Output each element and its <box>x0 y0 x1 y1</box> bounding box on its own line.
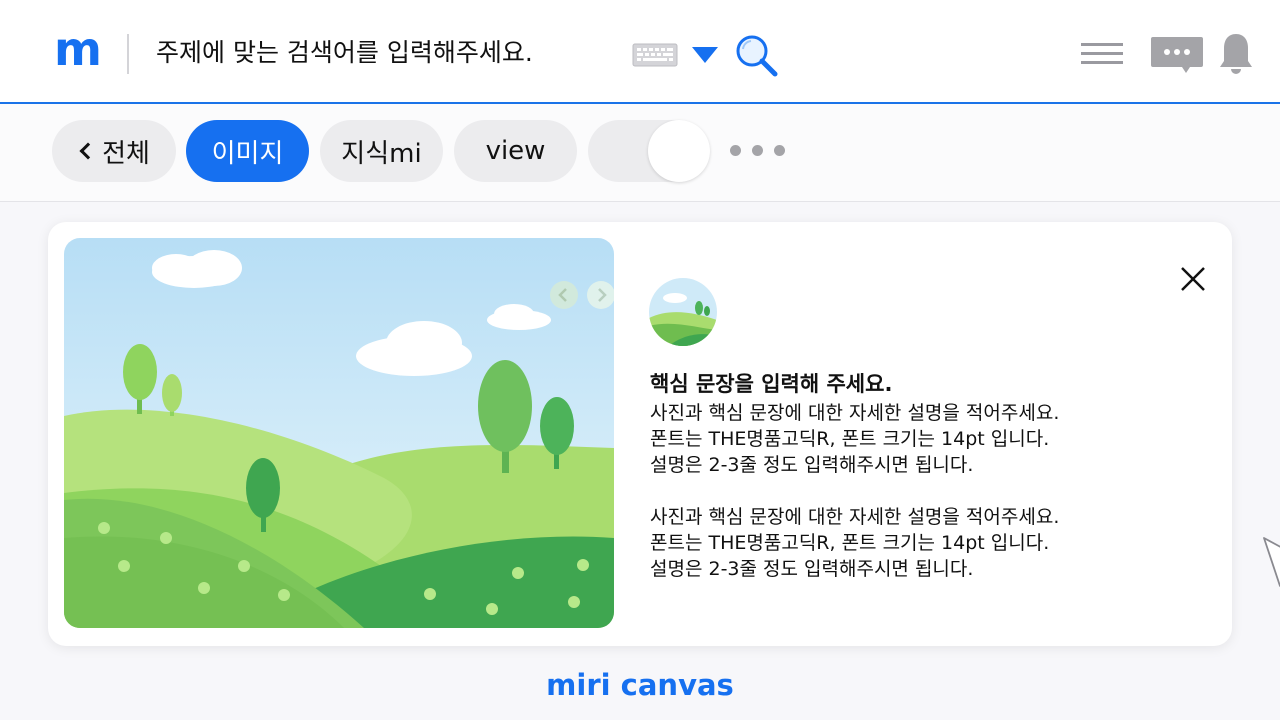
landscape-image[interactable] <box>64 238 614 628</box>
description-line: 설명은 2-3줄 정도 입력해주시면 됩니다. <box>650 454 974 476</box>
tab-label: 전체 <box>102 138 150 169</box>
logo[interactable]: m <box>54 26 102 72</box>
description-line: 사진과 핵심 문장에 대한 자세한 설명을 적어주세요. <box>650 402 1060 424</box>
more-dots-icon[interactable] <box>730 145 785 156</box>
search-input[interactable]: 주제에 맞는 검색어를 입력해주세요. <box>156 38 533 68</box>
description-line: 폰트는 THE명품고딕R, 폰트 크기는 14pt 입니다. <box>650 532 1050 554</box>
carousel-prev-button[interactable] <box>549 280 579 314</box>
cursor-arrow-icon <box>1260 534 1280 594</box>
brand-footer: miri canvas <box>546 668 734 702</box>
tab-label: 지식mi <box>341 138 422 169</box>
bell-icon[interactable] <box>1218 31 1254 79</box>
carousel-next-button[interactable] <box>586 280 614 314</box>
tab-all[interactable]: 전체 <box>52 120 176 182</box>
tab-view[interactable]: view <box>454 120 577 182</box>
filter-tabs: 전체 이미지 지식mi view <box>0 104 1280 202</box>
toggle-knob[interactable] <box>648 120 710 182</box>
card-headline: 핵심 문장을 입력해 주세요. <box>650 372 893 396</box>
description-line: 폰트는 THE명품고딕R, 폰트 크기는 14pt 입니다. <box>650 428 1050 450</box>
toggle-switch[interactable] <box>588 120 710 182</box>
top-header: m 주제에 맞는 검색어를 입력해주세요. <box>0 0 1280 104</box>
chat-bubble-icon[interactable] <box>1150 36 1204 78</box>
card-description: 사진과 핵심 문장에 대한 자세한 설명을 적어주세요. 폰트는 THE명품고딕… <box>650 400 1059 478</box>
tab-jisik[interactable]: 지식mi <box>320 120 443 182</box>
chevron-left-icon <box>79 142 97 160</box>
dropdown-triangle-icon[interactable] <box>691 46 719 68</box>
tab-image[interactable]: 이미지 <box>186 120 309 182</box>
keyboard-icon[interactable] <box>632 43 678 71</box>
description-line: 사진과 핵심 문장에 대한 자세한 설명을 적어주세요. <box>650 506 1060 528</box>
search-icon[interactable] <box>734 33 780 83</box>
thumbnail-avatar <box>649 278 717 346</box>
description-line: 설명은 2-3줄 정도 입력해주시면 됩니다. <box>650 558 974 580</box>
result-card: 핵심 문장을 입력해 주세요. 사진과 핵심 문장에 대한 자세한 설명을 적어… <box>48 222 1280 646</box>
hamburger-menu-icon[interactable] <box>1081 42 1123 70</box>
tab-label: view <box>485 136 546 166</box>
divider <box>127 34 129 74</box>
tab-label: 이미지 <box>211 138 284 169</box>
close-icon[interactable] <box>1180 266 1206 296</box>
card-description: 사진과 핵심 문장에 대한 자세한 설명을 적어주세요. 폰트는 THE명품고딕… <box>650 504 1059 582</box>
